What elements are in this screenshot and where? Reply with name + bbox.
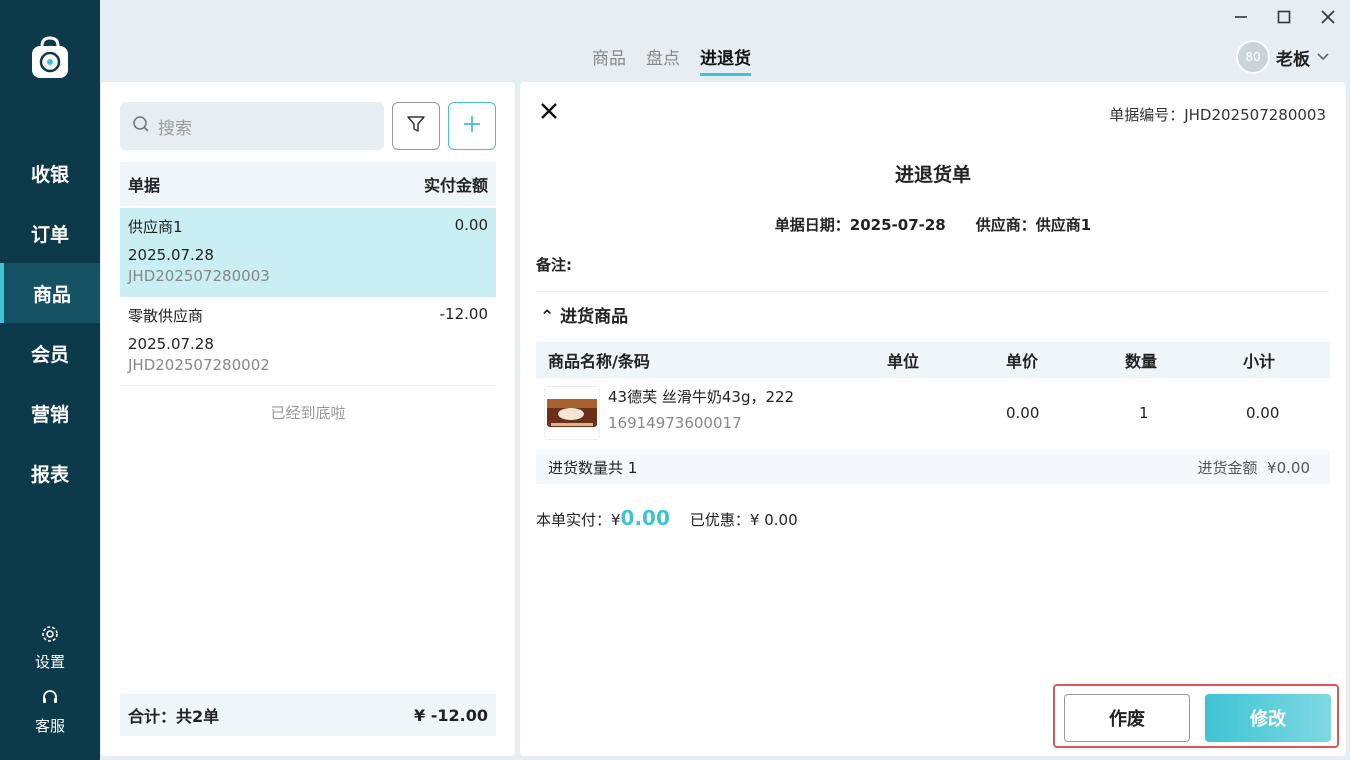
row-amount: -12.00 [439, 305, 488, 323]
row-date: 2025.07.28 [128, 246, 214, 264]
divider [536, 291, 1330, 292]
row-doc-no: JHD202507280003 [128, 267, 270, 285]
product-thumbnail [544, 386, 600, 440]
add-document-button[interactable] [448, 102, 496, 150]
nav-item-orders[interactable]: 订单 [0, 203, 100, 263]
support-label: 客服 [34, 717, 65, 735]
col-qty: 数量 [1125, 352, 1158, 371]
minimize-icon[interactable] [1230, 6, 1252, 28]
product-barcode: 16914973600017 [608, 414, 742, 432]
settings-label: 设置 [34, 653, 65, 671]
header-document: 单据 [128, 176, 161, 195]
list-item[interactable]: 零散供应商 -12.00 2025.07.28 JHD202507280002 [120, 297, 496, 386]
nav-item-reports[interactable]: 报表 [0, 443, 100, 503]
edit-button[interactable]: 修改 [1205, 694, 1331, 742]
total-bar: 合计：共2单 ¥ -12.00 [120, 694, 496, 736]
remark-label: 备注: [536, 256, 572, 274]
headset-icon [40, 688, 60, 715]
list-header: 单据 实付金额 [120, 162, 496, 206]
close-window-icon[interactable] [1317, 6, 1339, 28]
gear-icon [40, 624, 60, 651]
search-input[interactable]: 搜索 [120, 102, 384, 150]
footer-amount: 进货金额 ¥0.00 [1197, 458, 1310, 477]
nav-item-marketing[interactable]: 营销 [0, 383, 100, 443]
void-button[interactable]: 作废 [1064, 694, 1190, 742]
document-number: 单据编号：JHD202507280003 [1109, 106, 1326, 124]
item-price: 0.00 [1006, 404, 1040, 422]
row-doc-no: JHD202507280002 [128, 356, 270, 374]
items-table-footer: 进货数量共 1 进货金额 ¥0.00 [536, 450, 1330, 484]
plus-icon [462, 114, 482, 138]
settings-button[interactable]: 设置 [0, 624, 100, 672]
tab-products[interactable]: 商品 [592, 44, 626, 76]
document-list-panel: 搜索 单据 实付金额 供应商1 0.00 2025.07.28 JHD20250… [101, 82, 515, 756]
total-amount: ¥ -12.00 [414, 705, 488, 725]
col-price: 单价 [1006, 352, 1039, 371]
top-bar: 商品 盘点 进退货 80 老板 [100, 0, 1350, 82]
user-menu[interactable]: 80 老板 [1236, 40, 1330, 74]
header-paid-amount: 实付金额 [423, 176, 488, 195]
filter-icon [406, 114, 426, 138]
app-logo-icon [28, 36, 72, 80]
main-tabs: 商品 盘点 进退货 [592, 44, 751, 76]
paid-label: 本单实付：¥ [536, 511, 621, 529]
document-date: 单据日期：2025-07-28 [774, 216, 946, 234]
section-purchase-items[interactable]: ⌃ 进货商品 [540, 302, 628, 327]
support-button[interactable]: 客服 [0, 688, 100, 736]
col-unit: 单位 [887, 352, 920, 371]
tab-purchase-return[interactable]: 进退货 [700, 44, 751, 76]
nav-item-cashier[interactable]: 收银 [0, 143, 100, 203]
search-placeholder: 搜索 [158, 118, 192, 139]
col-subtotal: 小计 [1243, 352, 1276, 371]
items-table-header: 商品名称/条码 单位 单价 数量 小计 [536, 342, 1330, 378]
filter-button[interactable] [392, 102, 440, 150]
close-icon[interactable] [538, 100, 560, 122]
nav-item-members[interactable]: 会员 [0, 323, 100, 383]
discount-label: 已优惠：¥ 0.00 [689, 511, 798, 529]
total-label: 合计：共2单 [128, 707, 220, 726]
tab-stocktake[interactable]: 盘点 [646, 44, 680, 76]
action-buttons-highlight: 作废 修改 [1053, 684, 1339, 748]
document-title: 进退货单 [894, 164, 971, 186]
col-name: 商品名称/条码 [548, 352, 650, 371]
row-supplier: 供应商1 [128, 218, 183, 236]
item-subtotal: 0.00 [1246, 404, 1280, 422]
search-icon [132, 115, 150, 138]
payment-summary: 本单实付：¥ 0.00 已优惠：¥ 0.00 [536, 506, 798, 530]
maximize-icon[interactable] [1273, 6, 1295, 28]
item-qty: 1 [1139, 404, 1149, 422]
row-amount: 0.00 [454, 216, 488, 234]
row-supplier: 零散供应商 [128, 307, 204, 325]
document-detail-panel: 单据编号：JHD202507280003 进退货单 单据日期：2025-07-2… [520, 82, 1346, 756]
avatar: 80 [1236, 40, 1270, 74]
list-item[interactable]: 供应商1 0.00 2025.07.28 JHD202507280003 [120, 208, 496, 297]
table-row[interactable]: 43德芙 丝滑牛奶43g，222 16914973600017 0.00 1 0… [536, 378, 1330, 448]
end-of-list-note: 已经到底啦 [270, 404, 346, 422]
paid-amount: 0.00 [620, 506, 670, 530]
document-supplier: 供应商：供应商1 [975, 216, 1092, 234]
row-date: 2025.07.28 [128, 335, 214, 353]
chevron-down-icon [1316, 48, 1330, 67]
product-name: 43德芙 丝滑牛奶43g，222 [608, 388, 795, 406]
nav-item-products[interactable]: 商品 [0, 263, 100, 323]
document-meta: 单据日期：2025-07-28 供应商：供应商1 [520, 214, 1346, 235]
sidebar: 收银 订单 商品 会员 营销 报表 设置 客服 [0, 0, 100, 760]
footer-quantity: 进货数量共 1 [548, 458, 638, 477]
user-name: 老板 [1276, 49, 1310, 70]
